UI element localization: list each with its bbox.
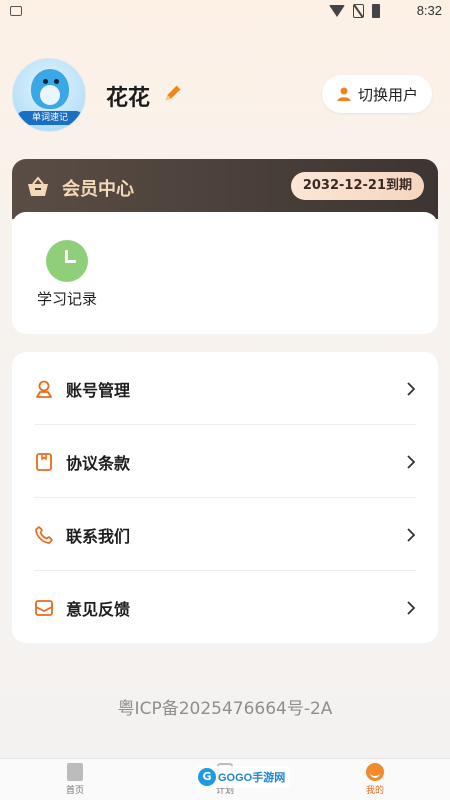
menu-label: 账号管理 <box>66 380 131 400</box>
study-records-card: 学习记录 <box>12 212 438 334</box>
document-icon <box>36 452 52 471</box>
vip-expire-badge: 2032-12-21到期 <box>290 172 424 200</box>
avatar-caption: 单词速记 <box>17 111 83 125</box>
status-bar: 8:32 <box>0 0 450 24</box>
home-icon <box>67 763 83 781</box>
me-icon <box>366 763 384 781</box>
avatar[interactable]: 单词速记 <box>12 58 86 132</box>
battery-icon <box>372 4 380 18</box>
study-record-label: 学习记录 <box>36 290 97 308</box>
tab-label: 首页 <box>65 786 84 796</box>
switch-user-label: 切换用户 <box>357 85 418 104</box>
status-time: 8:32 <box>416 3 442 18</box>
tab-me[interactable]: 我的 <box>345 763 405 796</box>
wifi-icon <box>329 5 345 17</box>
watermark-logo: G GOGO手游网 <box>196 766 290 788</box>
chevron-right-icon <box>407 381 416 396</box>
phone-icon <box>35 525 53 544</box>
screenshot-notification-icon <box>10 6 22 16</box>
study-record-item[interactable]: 学习记录 <box>30 240 104 309</box>
dolphin-eye <box>43 79 48 84</box>
tab-label: 我的 <box>365 786 384 796</box>
settings-menu: 账号管理 协议条款 联系我们 意见反馈 <box>12 352 438 643</box>
username: 花花 <box>106 86 151 111</box>
switch-user-button[interactable]: 切换用户 <box>321 75 432 113</box>
chevron-right-icon <box>407 454 416 469</box>
tab-home[interactable]: 首页 <box>45 763 105 796</box>
menu-label: 联系我们 <box>66 526 131 546</box>
no-sim-icon <box>353 4 364 18</box>
vip-title: 会员中心 <box>62 179 134 200</box>
menu-label: 意见反馈 <box>66 599 131 619</box>
menu-item-feedback[interactable]: 意见反馈 <box>34 571 416 644</box>
dolphin-belly <box>40 85 60 105</box>
menu-item-terms[interactable]: 协议条款 <box>34 425 416 498</box>
menu-label: 协议条款 <box>66 453 131 473</box>
dolphin-eye <box>54 79 59 84</box>
watermark-text: GOGO手游网 <box>218 772 286 784</box>
user-icon <box>36 380 52 398</box>
menu-item-account[interactable]: 账号管理 <box>34 352 416 425</box>
mail-icon <box>35 599 53 616</box>
user-icon <box>337 87 351 101</box>
vip-center-card[interactable]: 会员中心 2032-12-21到期 <box>12 159 438 219</box>
status-icons <box>329 4 380 18</box>
profile-header: 单词速记 花花 切换用户 <box>12 58 438 138</box>
pencil-icon[interactable] <box>162 82 184 104</box>
basket-icon <box>28 176 48 196</box>
chevron-right-icon <box>407 600 416 615</box>
chevron-right-icon <box>407 527 416 542</box>
clock-icon <box>46 240 88 282</box>
gogo-logo-icon: G <box>198 768 216 786</box>
menu-item-contact[interactable]: 联系我们 <box>34 498 416 571</box>
icp-license[interactable]: 粤ICP备2025476664号-2A <box>0 694 450 719</box>
